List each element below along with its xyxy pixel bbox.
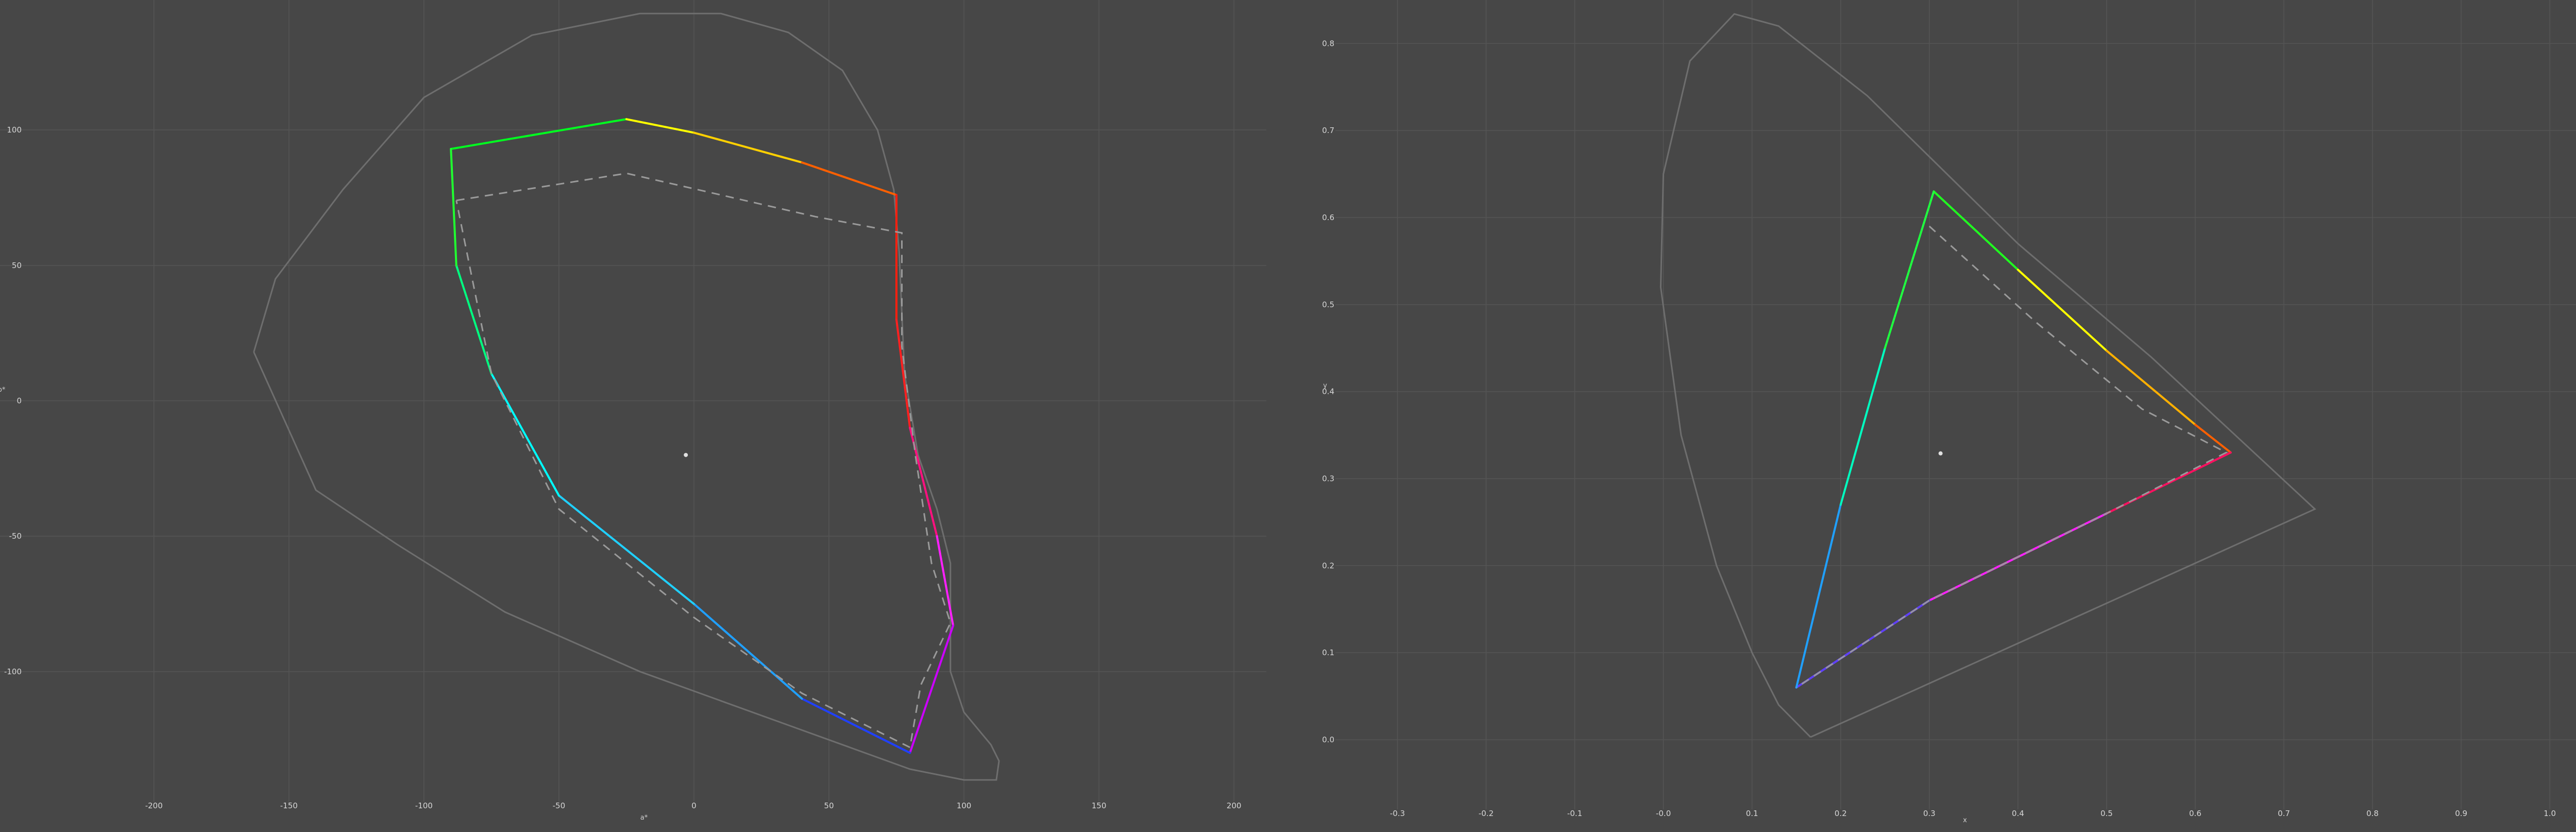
- x-tick-label: -0.3: [1390, 809, 1405, 818]
- x-axis-label: a*: [640, 814, 648, 822]
- x-tick-label: 0.4: [2012, 809, 2024, 818]
- x-tick-label: -0.0: [1656, 809, 1671, 818]
- white-point-marker: [1938, 451, 1943, 456]
- x-tick-label: -200: [145, 801, 163, 810]
- y-tick-label: 50: [12, 261, 22, 270]
- x-tick-label: 0.8: [2366, 809, 2379, 818]
- x-tick-label: -150: [280, 801, 298, 810]
- x-axis-label: x: [1963, 817, 1967, 824]
- y-tick-label: 0.0: [1322, 735, 1334, 744]
- y-axis-label: b*: [0, 386, 6, 394]
- x-tick-label: 0.3: [1923, 809, 1936, 818]
- x-tick-label: 0.1: [1746, 809, 1758, 818]
- y-tick-label: 0.5: [1322, 300, 1334, 309]
- y-tick-label: -100: [4, 667, 22, 676]
- x-tick-label: 1.0: [2544, 809, 2556, 818]
- y-tick-label: 100: [7, 125, 22, 135]
- x-tick-label: 0: [691, 801, 697, 810]
- x-tick-label: -0.2: [1479, 809, 1494, 818]
- x-tick-label: 0.6: [2189, 809, 2201, 818]
- x-tick-label: -50: [553, 801, 566, 810]
- x-tick-label: 0.9: [2455, 809, 2467, 818]
- x-tick-label: 0.7: [2278, 809, 2290, 818]
- x-tick-label: 200: [1227, 801, 1242, 810]
- y-tick-label: 0: [16, 396, 22, 406]
- y-tick-label: 0.2: [1322, 561, 1334, 570]
- white-point-marker: [684, 453, 688, 457]
- y-axis-label: y: [1323, 382, 1327, 390]
- x-tick-label: 100: [957, 801, 972, 810]
- x-tick-label: -0.1: [1567, 809, 1582, 818]
- x-tick-label: -100: [415, 801, 433, 810]
- background: [0, 0, 2576, 832]
- gamut-plots: -200 -150 -100 -50 0 50 100 150 200 100 50 0 -50 -100…: [0, 0, 2576, 832]
- y-tick-label: 0.8: [1322, 39, 1334, 48]
- y-tick-label: 0.3: [1322, 474, 1334, 483]
- y-tick-label: 0.7: [1322, 126, 1334, 135]
- x-tick-label: 0.2: [1835, 809, 1847, 818]
- x-tick-label: 150: [1092, 801, 1107, 810]
- x-tick-label: 50: [824, 801, 834, 810]
- x-tick-label: 0.5: [2100, 809, 2113, 818]
- y-tick-label: -50: [9, 531, 22, 541]
- y-tick-label: 0.1: [1322, 648, 1334, 657]
- y-tick-label: 0.6: [1322, 213, 1334, 222]
